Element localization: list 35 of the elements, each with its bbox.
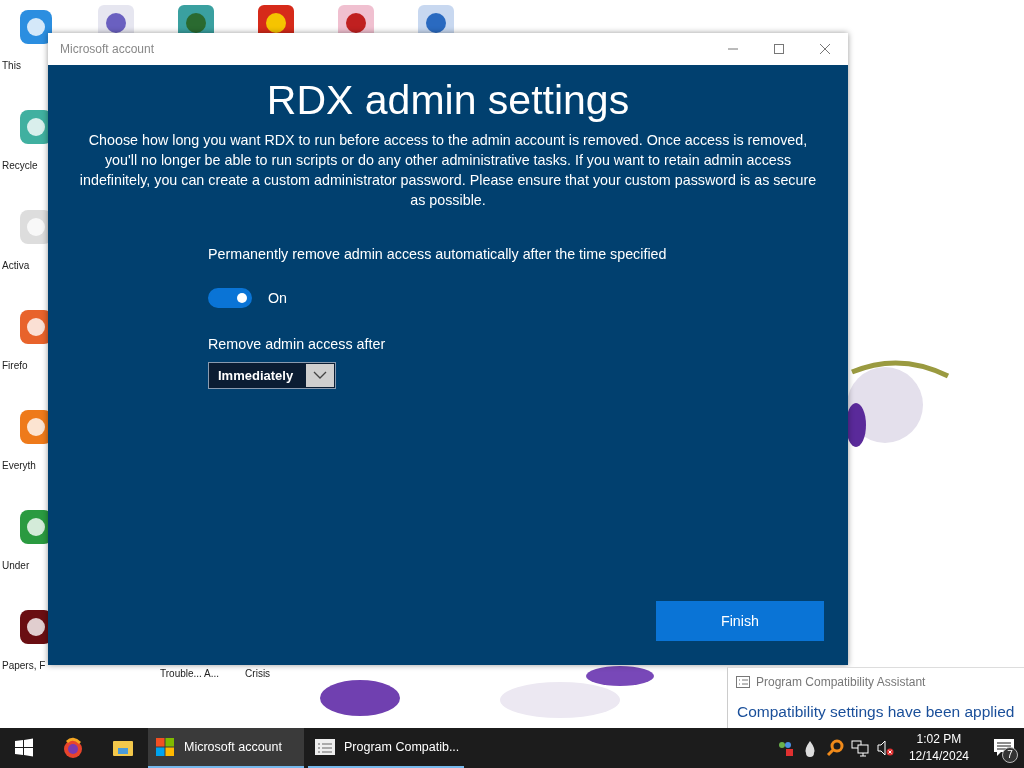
- toggle-label: Permanently remove admin access automatically after the time specified: [208, 246, 667, 262]
- description-text: Choose how long you want RDX to run before access to the admin account is removed. Once access is removed, you'll no longer be able to run scripts or do any other administrative tasks. If you want to retain admin access indefinitely, you can create a custom administrator password. Please ensure that your custom password is as secure as possible.: [78, 131, 818, 210]
- four-squares-icon: [154, 736, 176, 758]
- clock[interactable]: 1:02 PM 12/14/2024: [900, 731, 977, 765]
- list-icon: [736, 676, 750, 688]
- desktop-icon-label: This: [2, 60, 21, 71]
- action-center-button[interactable]: 7: [984, 728, 1024, 768]
- dropdown[interactable]: Immediately: [208, 362, 336, 389]
- dropdown-label: Remove admin access after: [208, 336, 387, 352]
- list-icon: [314, 736, 336, 758]
- desktop-icon-label: Activa: [2, 260, 30, 271]
- desktop-icon-label: Recycle: [2, 160, 38, 171]
- desktop-icon-label: Trouble... A...: [160, 668, 220, 679]
- network-icon[interactable]: [850, 739, 869, 757]
- desktop-icon-label: Crisis: [245, 668, 271, 679]
- notification-toast[interactable]: Program Compatibility Assistant Compatibility settings have been applied: [727, 667, 1024, 728]
- window-title: Microsoft account: [59, 42, 156, 56]
- maximize-icon: [773, 43, 785, 55]
- taskbar-button[interactable]: Program Compatib...: [308, 728, 464, 768]
- taskbar-button[interactable]: Microsoft account: [148, 728, 304, 768]
- desktop-icon-label: Firefo: [2, 360, 28, 371]
- finish-button[interactable]: Finish: [656, 601, 824, 641]
- desktop-icon-label: Under: [2, 560, 30, 571]
- speaker-muted-icon[interactable]: [875, 739, 894, 757]
- desktop-icon-label: Papers, F: [2, 660, 46, 671]
- close-icon: [819, 43, 831, 55]
- toggle-switch[interactable]: [208, 288, 252, 308]
- toggle-state-text: On: [268, 290, 288, 306]
- magnifier-icon[interactable]: [825, 739, 844, 757]
- notification-message: Compatibility settings have been applied: [737, 703, 1016, 721]
- notification-app-name: Program Compatibility Assistant: [756, 675, 926, 689]
- desktop-icon-label: Everyth: [2, 460, 36, 471]
- notification-count-badge: 7: [1002, 747, 1018, 763]
- chevron-down-icon: [306, 364, 334, 387]
- dialog-heading: RDX admin settings: [266, 77, 630, 124]
